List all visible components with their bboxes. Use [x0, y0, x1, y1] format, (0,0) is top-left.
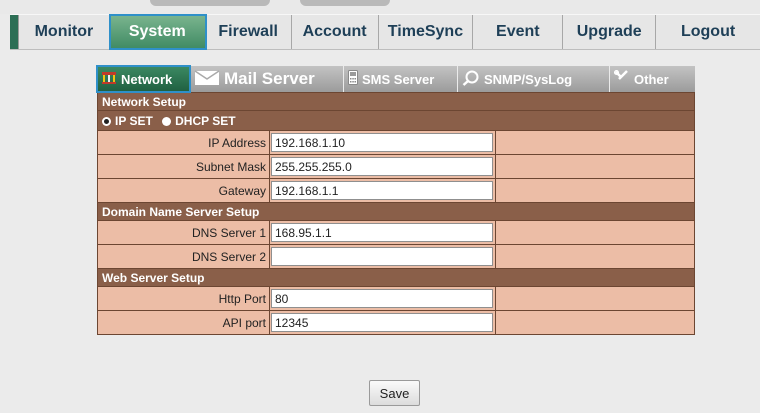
ip-address-label: IP Address [97, 130, 270, 155]
api-port-row: API port [97, 310, 695, 335]
subnet-mask-label: Subnet Mask [97, 154, 270, 179]
main-nav: Monitor System Firewall Account TimeSync… [10, 14, 760, 50]
section-title: Network Setup [97, 92, 695, 111]
subnet-mask-field[interactable] [271, 157, 493, 176]
tab-other-label: Other [634, 71, 669, 87]
tab-mail-server-label: Mail Server [224, 69, 315, 88]
top-strip [0, 0, 760, 14]
nav-monitor[interactable]: Monitor [19, 15, 110, 49]
header-decoration [300, 0, 390, 6]
filler-cell [495, 244, 695, 269]
dns1-row: DNS Server 1 [97, 220, 695, 245]
ip-mode-row: IP SET DHCP SET [97, 110, 695, 131]
subtab-bar: Network Mail Server SMS Server SNMP/SysL… [96, 65, 695, 93]
ip-address-cell [269, 130, 496, 155]
subnet-mask-cell [269, 154, 496, 179]
tab-other[interactable]: Other [610, 66, 695, 92]
nav-timesync[interactable]: TimeSync [379, 15, 474, 49]
filler-cell [495, 154, 695, 179]
dhcp-set-label: DHCP SET [175, 113, 236, 128]
tab-mail-server[interactable]: Mail Server [190, 66, 344, 92]
api-port-cell [269, 310, 496, 335]
tab-sms-server[interactable]: SMS Server [344, 66, 458, 92]
http-port-row: Http Port [97, 286, 695, 311]
ip-mode-cell: IP SET DHCP SET [97, 110, 695, 131]
section-title: Domain Name Server Setup [97, 202, 695, 221]
dns1-cell [269, 220, 496, 245]
api-port-field[interactable] [271, 313, 493, 332]
subnet-mask-row: Subnet Mask [97, 154, 695, 179]
tab-snmp-syslog-label: SNMP/SysLog [484, 71, 573, 87]
dns2-row: DNS Server 2 [97, 244, 695, 269]
mail-icon [194, 69, 220, 89]
tab-sms-server-label: SMS Server [362, 71, 435, 87]
http-port-field[interactable] [271, 289, 493, 308]
dns1-field[interactable] [271, 223, 493, 242]
section-title: Web Server Setup [97, 268, 695, 287]
nav-upgrade[interactable]: Upgrade [563, 15, 657, 49]
dns1-label: DNS Server 1 [97, 220, 270, 245]
nav-logout[interactable]: Logout [656, 15, 760, 49]
header-decoration [150, 0, 270, 6]
filler-cell [495, 220, 695, 245]
system-panel: Network Mail Server SMS Server SNMP/SysL… [96, 65, 695, 335]
tab-network[interactable]: Network [96, 65, 191, 93]
section-header-network: Network Setup [97, 92, 695, 111]
dns2-label: DNS Server 2 [97, 244, 270, 269]
tab-network-label: Network [121, 71, 173, 87]
section-header-dns: Domain Name Server Setup [97, 202, 695, 221]
gateway-label: Gateway [97, 178, 270, 203]
filler-cell [495, 178, 695, 203]
nav-edge [10, 15, 19, 49]
http-port-label: Http Port [97, 286, 270, 311]
nav-event[interactable]: Event [473, 15, 564, 49]
sms-icon [348, 70, 358, 88]
filler-cell [495, 286, 695, 311]
gateway-row: Gateway [97, 178, 695, 203]
dns2-cell [269, 244, 496, 269]
http-port-cell [269, 286, 496, 311]
ip-set-label: IP SET [115, 113, 153, 128]
ip-address-field[interactable] [271, 133, 493, 152]
gateway-field[interactable] [271, 181, 493, 200]
network-icon [101, 71, 117, 88]
gateway-cell [269, 178, 496, 203]
ip-set-radio[interactable] [102, 116, 111, 126]
search-icon [462, 70, 480, 89]
nav-system[interactable]: System [108, 14, 207, 50]
section-header-web: Web Server Setup [97, 268, 695, 287]
tab-snmp-syslog[interactable]: SNMP/SysLog [458, 66, 610, 92]
nav-firewall[interactable]: Firewall [206, 15, 292, 49]
wrench-icon [613, 69, 630, 88]
filler-cell [495, 130, 695, 155]
dns2-field[interactable] [271, 247, 493, 266]
save-button[interactable]: Save [369, 380, 420, 406]
api-port-label: API port [97, 310, 270, 335]
ip-address-row: IP Address [97, 130, 695, 155]
filler-cell [495, 310, 695, 335]
nav-account[interactable]: Account [292, 15, 379, 49]
settings-table: Network Setup IP SET DHCP SET IP Address… [97, 92, 695, 335]
dhcp-set-radio[interactable] [162, 116, 172, 126]
